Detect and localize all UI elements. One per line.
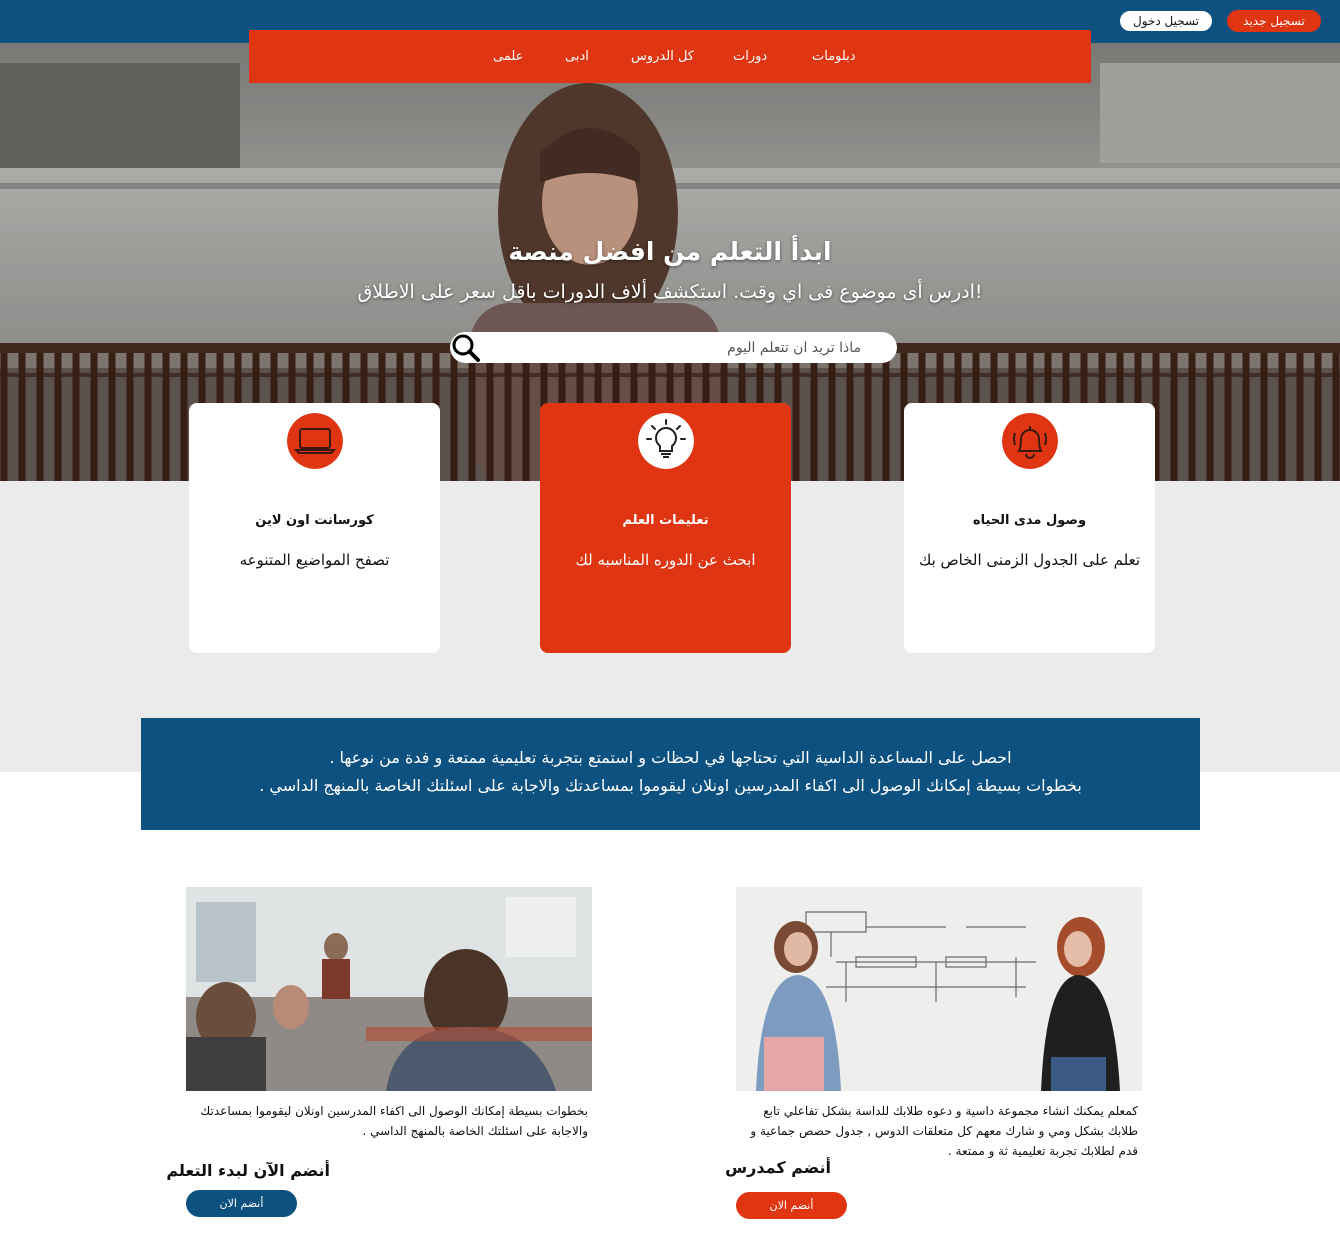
nav-item-literary[interactable]: ادبى [565, 49, 589, 64]
bell-icon [1002, 413, 1058, 469]
feature-title: تعليمات العلم [622, 513, 709, 528]
feature-title: كورسانت اون لاين [255, 513, 374, 528]
nav-item-all-lessons[interactable]: كل الدروس [631, 49, 694, 64]
hero-title: ابدأ التعلم من افضل منصة [508, 237, 832, 266]
join-teacher-button[interactable]: أنضم الان [736, 1192, 847, 1219]
feature-card-lifetime-access[interactable]: وصول مدى الحياه تعلم على الجدول الزمنى ا… [904, 403, 1155, 653]
register-button[interactable]: تسجيل جديد [1227, 10, 1321, 32]
whiteboard-photo [736, 887, 1142, 1091]
feature-text: تعلم على الجدول الزمنى الخاص بك [918, 551, 1141, 569]
hero-subtitle: ادرس أى موضوع فى اي وقت. استكشف ألاف الد… [357, 281, 983, 303]
nav-item-diplomas[interactable]: دبلومات [812, 49, 856, 64]
search-icon[interactable] [450, 332, 480, 362]
search-input[interactable] [496, 335, 886, 360]
feature-title: وصول مدى الحياه [972, 513, 1087, 528]
feature-card-online-courses[interactable]: كورسانت اون لاين تصفح المواضيع المتنوعه [189, 403, 440, 653]
info-banner: احصل على المساعدة الداسية التي تحتاجها ف… [141, 718, 1200, 830]
feature-card-learning-tips[interactable]: تعليمات العلم ابحث عن الدوره المناسبه لك [540, 403, 791, 653]
main-nav: دبلومات دورات كل الدروس ادبى علمى [249, 30, 1091, 83]
laptop-icon [287, 413, 343, 469]
classroom-photo [186, 887, 592, 1091]
feature-text: ابحث عن الدوره المناسبه لك [575, 551, 756, 569]
students-description: بخطوات بسيطة إمكانك الوصول الى اكفاء الم… [200, 1104, 588, 1138]
students-heading: أنضم الآن لبدء التعلم [166, 1161, 330, 1180]
teachers-description: كمعلم يمكنك انشاء مجموعة داسية و دعوه طل… [750, 1104, 1138, 1158]
nav-item-scientific[interactable]: علمى [493, 49, 523, 64]
banner-line-1: احصل على المساعدة الداسية التي تحتاجها ف… [329, 748, 1012, 767]
login-button[interactable]: تسجيل دخول [1119, 10, 1213, 32]
nav-item-courses[interactable]: دورات [733, 49, 767, 64]
lightbulb-icon [638, 413, 694, 469]
teachers-heading: أنضم كمدرس [725, 1158, 831, 1177]
search-bar [450, 332, 897, 363]
banner-line-2: بخطوات بسيطة إمكانك الوصول الى اكفاء الم… [259, 776, 1082, 795]
join-student-button[interactable]: أنضم الان [186, 1190, 297, 1217]
feature-text: تصفح المواضيع المتنوعه [239, 551, 390, 569]
